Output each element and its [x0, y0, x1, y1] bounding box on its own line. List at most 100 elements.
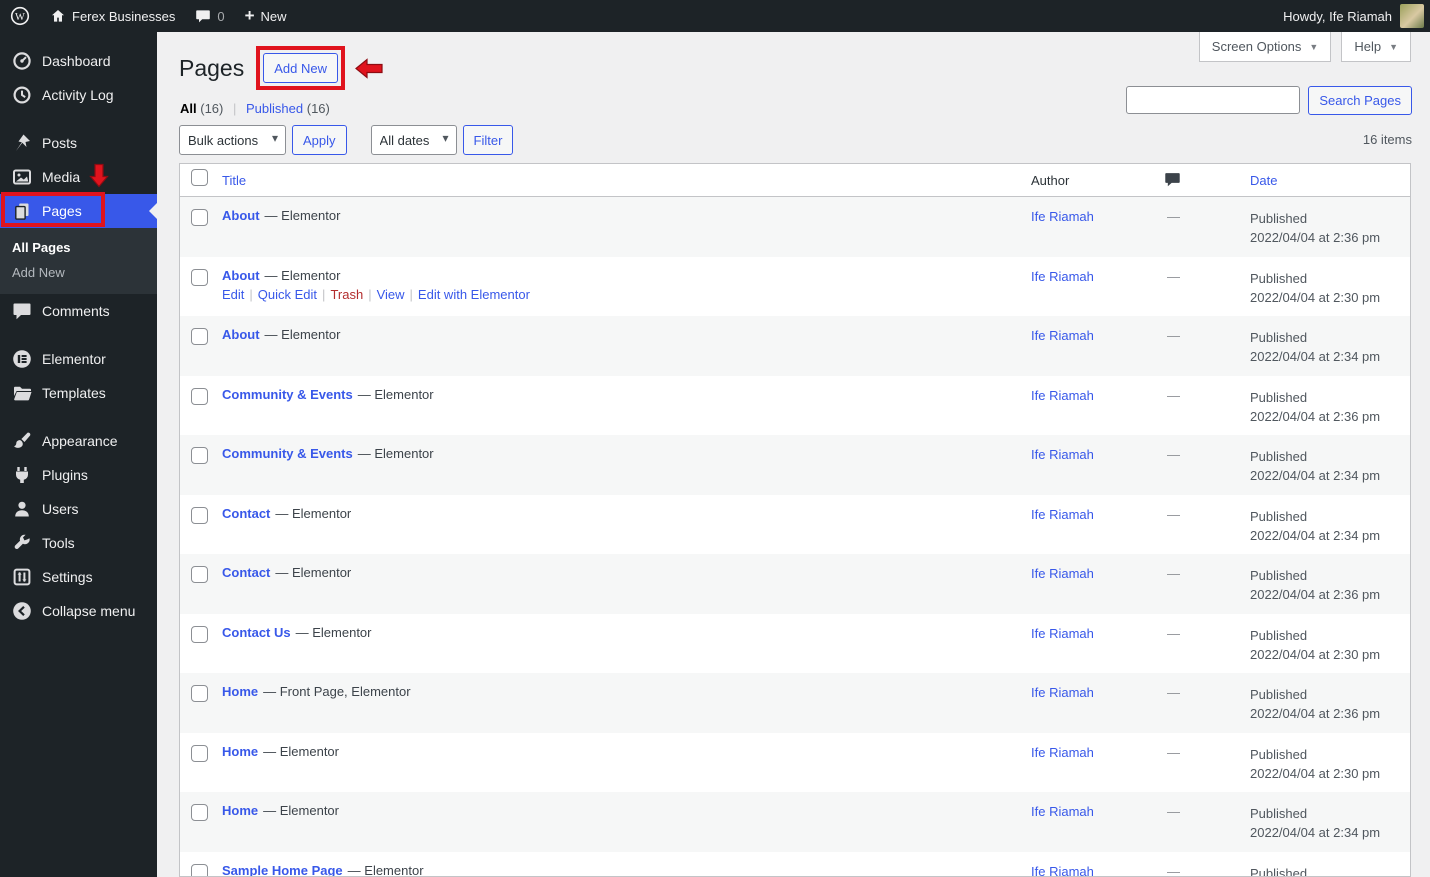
- author-link[interactable]: Ife Riamah: [1031, 209, 1094, 224]
- heading-row: Pages Add New: [179, 46, 384, 90]
- sidebar-item-elementor[interactable]: Elementor: [0, 342, 157, 376]
- author-link[interactable]: Ife Riamah: [1031, 566, 1094, 581]
- row-action-edit-with-elementor[interactable]: Edit with Elementor: [418, 287, 530, 302]
- sidebar-item-label: Posts: [42, 135, 78, 151]
- sidebar-item-users[interactable]: Users: [0, 492, 157, 526]
- submenu-item-add-new[interactable]: Add New: [0, 260, 157, 285]
- row-checkbox[interactable]: [191, 387, 208, 405]
- row-checkbox[interactable]: [191, 804, 208, 821]
- row-checkbox[interactable]: [191, 328, 208, 345]
- content-area: Screen Options ▼ Help ▼ Pages Add New Al…: [157, 32, 1430, 877]
- author-link[interactable]: Ife Riamah: [1031, 804, 1094, 819]
- row-checkbox[interactable]: [191, 566, 208, 583]
- page-title-link[interactable]: Home: [222, 744, 258, 759]
- sidebar-item-dashboard[interactable]: Dashboard: [0, 44, 157, 78]
- adminbar-comments[interactable]: 0: [185, 0, 234, 32]
- sidebar-item-posts[interactable]: Posts: [0, 126, 157, 160]
- row-checkbox[interactable]: [191, 209, 208, 226]
- row-checkbox[interactable]: [191, 685, 208, 702]
- row-title-cell: Contact — Elementor: [216, 554, 1031, 614]
- row-checkbox[interactable]: [191, 506, 208, 524]
- page-title-link[interactable]: About: [222, 268, 260, 283]
- row-checkbox[interactable]: [191, 863, 208, 876]
- page-title-link[interactable]: Contact Us: [222, 625, 291, 640]
- author-link[interactable]: Ife Riamah: [1031, 447, 1094, 462]
- sidebar-item-templates[interactable]: Templates: [0, 376, 157, 410]
- author-link[interactable]: Ife Riamah: [1031, 388, 1094, 403]
- page-title-link[interactable]: Sample Home Page: [222, 863, 343, 877]
- sidebar-item-appearance[interactable]: Appearance: [0, 424, 157, 458]
- add-new-button[interactable]: Add New: [263, 53, 338, 83]
- table-row: Home — Elementor Ife Riamah — Published 2022/…: [180, 792, 1410, 852]
- view-published[interactable]: Published (16): [246, 101, 330, 116]
- author-link[interactable]: Ife Riamah: [1031, 269, 1094, 284]
- row-checkbox[interactable]: [191, 447, 208, 464]
- search-pages-button[interactable]: Search Pages: [1308, 86, 1412, 115]
- wordpress-logo-icon[interactable]: W: [0, 0, 40, 32]
- sidebar-item-collapse[interactable]: Collapse menu: [0, 594, 157, 628]
- select-all-checkbox[interactable]: [191, 169, 208, 186]
- row-action-quick-edit[interactable]: Quick Edit: [258, 287, 317, 302]
- help-label: Help: [1354, 39, 1382, 54]
- author-link[interactable]: Ife Riamah: [1031, 507, 1094, 522]
- row-title-cell: Contact — Elementor: [216, 495, 1031, 555]
- page-title-link[interactable]: Community & Events: [222, 387, 353, 402]
- dates-filter-select[interactable]: All dates: [370, 125, 457, 155]
- row-checkbox[interactable]: [191, 744, 208, 762]
- author-link[interactable]: Ife Riamah: [1031, 626, 1094, 641]
- page-title-link[interactable]: Contact: [222, 506, 270, 521]
- apply-button[interactable]: Apply: [292, 125, 347, 155]
- comments-column-icon: [1165, 173, 1180, 187]
- row-date-cell: Published 2022/04/04 at 2:36 pm: [1250, 197, 1410, 257]
- sidebar-item-activity-log[interactable]: Activity Log: [0, 78, 157, 112]
- column-header-date[interactable]: Date: [1250, 173, 1410, 188]
- filter-button[interactable]: Filter: [462, 125, 514, 155]
- author-link[interactable]: Ife Riamah: [1031, 864, 1094, 877]
- sidebar-item-media[interactable]: Media: [0, 160, 157, 194]
- search-input[interactable]: [1126, 86, 1301, 114]
- page-title-link[interactable]: Community & Events: [222, 446, 353, 461]
- row-comments-cell: —: [1167, 804, 1180, 819]
- annotation-left-arrow: [355, 57, 383, 79]
- page-title-link[interactable]: Contact: [222, 565, 270, 580]
- author-link[interactable]: Ife Riamah: [1031, 685, 1094, 700]
- sidebar-item-tools[interactable]: Tools: [0, 526, 157, 560]
- row-action-view[interactable]: View: [377, 287, 405, 302]
- sidebar-item-label: Users: [42, 501, 79, 517]
- author-link[interactable]: Ife Riamah: [1031, 328, 1094, 343]
- row-checkbox[interactable]: [191, 625, 208, 643]
- sidebar-item-settings[interactable]: Settings: [0, 560, 157, 594]
- help-button[interactable]: Help ▼: [1341, 32, 1411, 62]
- row-checkbox[interactable]: [191, 268, 208, 286]
- adminbar-new[interactable]: + New: [235, 0, 297, 32]
- page-title-link[interactable]: Home: [222, 684, 258, 699]
- plugins-icon: [12, 465, 32, 485]
- row-date: 2022/04/04 at 2:36 pm: [1250, 230, 1381, 245]
- page-title-link[interactable]: About: [222, 208, 260, 223]
- row-status: Published: [1250, 270, 1308, 286]
- row-action-edit[interactable]: Edit: [222, 287, 244, 302]
- chevron-down-icon: ▼: [1389, 41, 1398, 52]
- submenu-item-all-pages[interactable]: All Pages: [0, 235, 157, 260]
- adminbar-account[interactable]: Howdy, Ife Riamah: [1283, 4, 1430, 28]
- column-header-title[interactable]: Title: [216, 173, 1031, 188]
- row-checkbox-cell: [180, 852, 216, 876]
- admin-sidebar: Dashboard Activity Log Posts Media Pages All …: [0, 32, 157, 877]
- page-title-link[interactable]: Home: [222, 803, 258, 818]
- sidebar-item-pages[interactable]: Pages: [0, 194, 157, 228]
- row-action-trash[interactable]: Trash: [330, 287, 363, 302]
- bulk-actions-select[interactable]: Bulk actions: [179, 125, 286, 155]
- screen-options-button[interactable]: Screen Options ▼: [1198, 32, 1332, 62]
- sidebar-item-label: Media: [42, 169, 81, 185]
- sidebar-item-comments[interactable]: Comments: [0, 294, 157, 328]
- page-title-link[interactable]: About: [222, 327, 260, 342]
- divider: |: [368, 286, 372, 302]
- view-all[interactable]: All (16): [180, 101, 223, 116]
- site-link[interactable]: Ferex Businesses: [40, 0, 185, 32]
- admin-bar: W Ferex Businesses 0 + New Howdy, Ife Ri…: [0, 0, 1430, 32]
- row-checkbox-cell: [180, 376, 216, 436]
- row-checkbox-cell: [180, 197, 216, 257]
- row-author-cell: Ife Riamah: [1031, 554, 1164, 614]
- sidebar-item-plugins[interactable]: Plugins: [0, 458, 157, 492]
- author-link[interactable]: Ife Riamah: [1031, 745, 1094, 760]
